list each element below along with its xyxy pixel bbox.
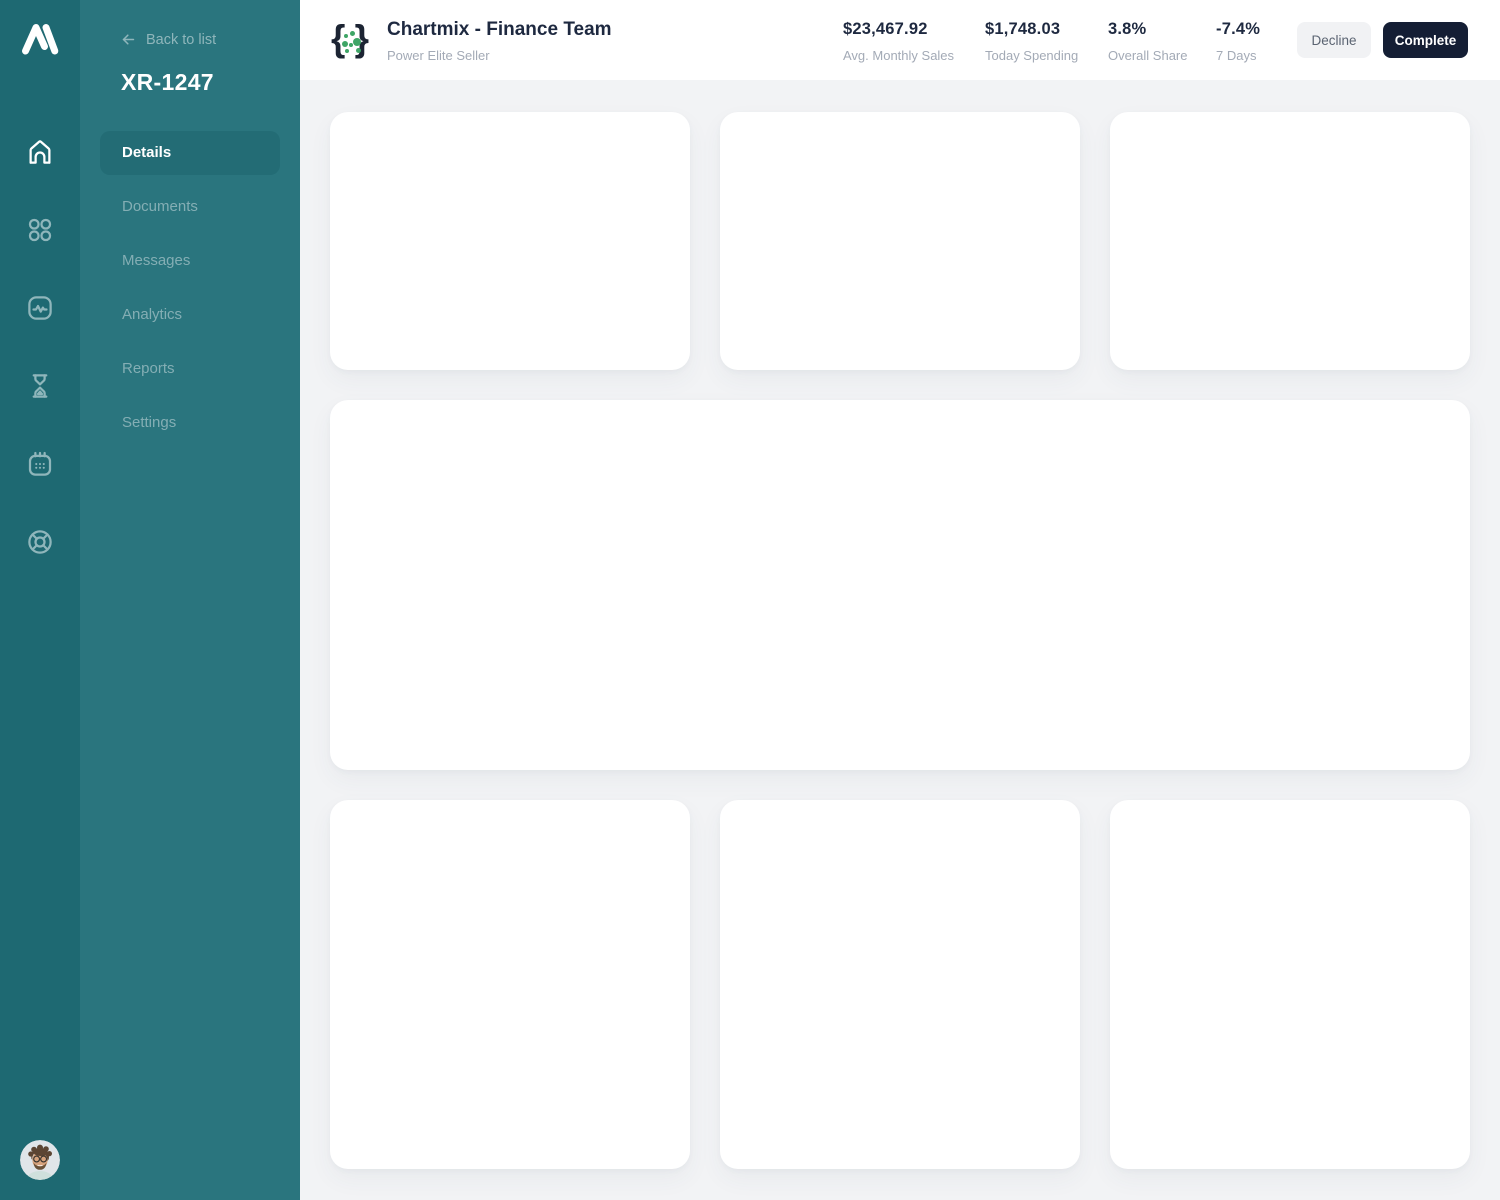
sidebar-item-label: Messages (122, 252, 191, 269)
bottom-card-2 (720, 800, 1080, 1169)
arrow-left-icon (122, 34, 135, 45)
stat-today-spending: $1,748.03 Today Spending (985, 20, 1078, 63)
top-card-1 (330, 112, 690, 370)
hourglass-icon[interactable] (25, 371, 55, 401)
bottom-card-row (330, 800, 1470, 1169)
sidebar-item-messages[interactable]: Messages (100, 239, 280, 283)
brand-m-logo (16, 14, 64, 62)
main-content (300, 80, 1500, 1200)
sidebar-item-documents[interactable]: Documents (100, 185, 280, 229)
m-logo-icon (22, 24, 59, 55)
top-card-3 (1110, 112, 1470, 370)
complete-button[interactable]: Complete (1383, 22, 1468, 58)
sidebar-item-label: Details (122, 144, 172, 161)
life-ring-icon[interactable] (25, 527, 55, 557)
sidebar-item-settings[interactable]: Settings (100, 401, 280, 445)
header: {} Chartmix - Finance Team Power Elite S… (300, 0, 1500, 80)
home-icon[interactable] (25, 137, 55, 167)
sidebar-item-label: Analytics (122, 306, 183, 323)
sidebar-item-reports[interactable]: Reports (100, 347, 280, 391)
sidebar-item-analytics[interactable]: Analytics (100, 293, 280, 337)
back-to-list-label: Back to list (146, 31, 217, 48)
chartmix-logo: {} (331, 18, 369, 59)
user-avatar[interactable] (20, 1140, 60, 1180)
top-card-row (330, 112, 1470, 370)
decline-button[interactable]: Decline (1297, 22, 1371, 58)
sidebar-item-details[interactable]: Details (100, 131, 280, 175)
activity-icon[interactable] (25, 293, 55, 323)
bottom-card-3 (1110, 800, 1470, 1169)
calendar-icon[interactable] (25, 449, 55, 479)
stat-label: 7 Days (1216, 48, 1257, 63)
back-to-list-link[interactable]: Back to list (120, 31, 216, 48)
stat-value: 3.8% (1108, 20, 1147, 38)
page-title: Chartmix - Finance Team (387, 19, 612, 40)
stat-7-days: -7.4% 7 Days (1216, 20, 1260, 63)
stat-overall-share: 3.8% Overall Share (1108, 20, 1187, 63)
sidebar-item-label: Reports (122, 360, 175, 377)
rail-icon-nav (0, 137, 80, 557)
stat-label: Overall Share (1108, 48, 1188, 63)
icon-rail (0, 0, 80, 1200)
braces-icon: {} (331, 18, 369, 59)
stat-value: $23,467.92 (843, 20, 928, 38)
wide-card (330, 400, 1470, 770)
stat-label: Today Spending (985, 48, 1079, 63)
stat-value: $1,748.03 (985, 20, 1061, 38)
stat-value: -7.4% (1216, 20, 1261, 38)
sidebar-item-label: Settings (122, 414, 177, 431)
stat-label: Avg. Monthly Sales (843, 48, 955, 63)
top-card-2 (720, 112, 1080, 370)
stat-avg-monthly-sales: $23,467.92 Avg. Monthly Sales (843, 20, 954, 63)
sidebar-item-label: Documents (122, 198, 198, 215)
page-subtitle: Power Elite Seller (387, 48, 490, 63)
bottom-card-1 (330, 800, 690, 1169)
sidebar-nav: Details Documents Messages Analytics Rep… (100, 131, 280, 455)
record-id-title: XR-1247 (121, 69, 214, 95)
sidebar: Back to list XR-1247 Details Documents M… (80, 0, 300, 1200)
grid-icon[interactable] (25, 215, 55, 245)
